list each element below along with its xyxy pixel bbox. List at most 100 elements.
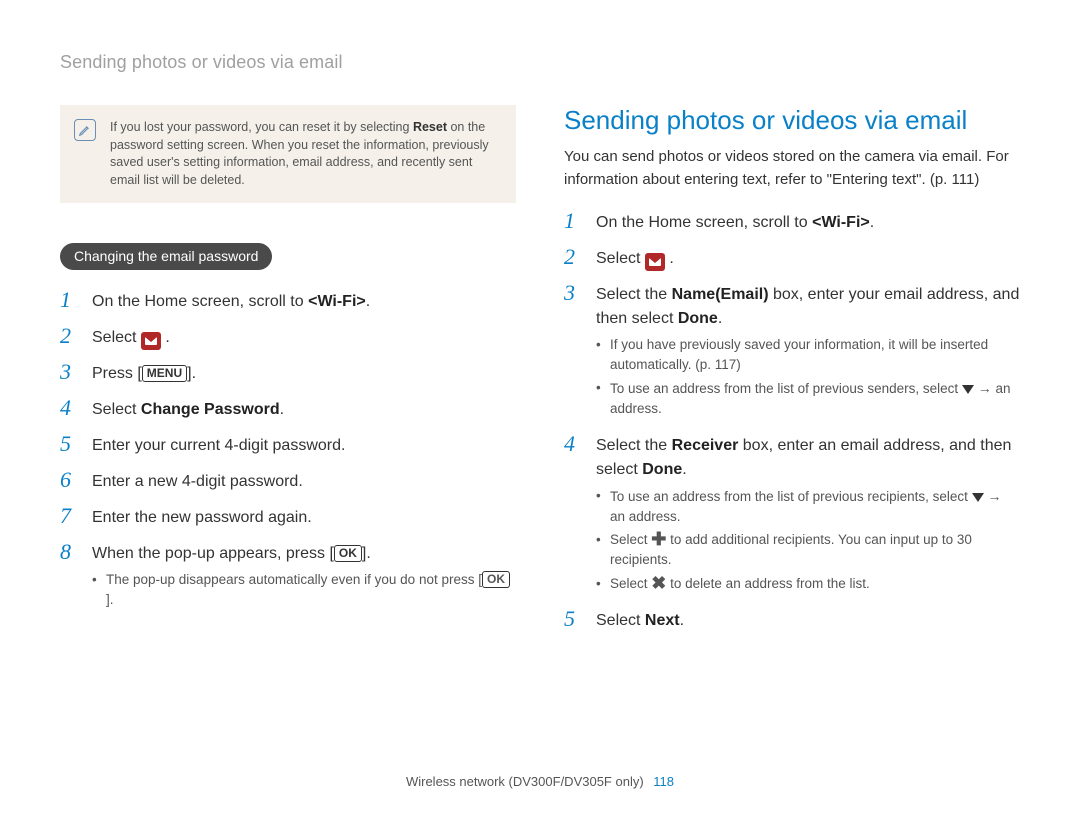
bold-wifi: <Wi-Fi> [308,293,366,310]
section-title: Sending photos or videos via email [564,105,1020,136]
step-number: 7 [60,504,80,528]
text: to delete an address from the list. [670,576,870,591]
step-4: 4 Select the Receiver box, enter an emai… [564,432,1020,597]
manual-page: Sending photos or videos via email If yo… [0,0,1080,815]
step-number: 5 [564,607,584,631]
text: Select [92,401,141,418]
note-text-prefix: If you lost your password, you can reset… [110,120,413,134]
step-3: 3 Press [MENU]. [60,360,516,386]
step-6: 6 Enter a new 4-digit password. [60,468,516,494]
text: . [680,612,684,629]
text: . [669,250,673,267]
step-number: 8 [60,540,80,564]
menu-button-glyph: MENU [142,365,187,382]
text: . [870,214,874,231]
arrow-right-icon: → [978,380,992,396]
step-1: 1 On the Home screen, scroll to <Wi-Fi>. [60,288,516,314]
step-2: 2 Select . [564,245,1020,271]
step-2: 2 Select . [60,324,516,350]
text: Press [ [92,365,142,382]
step-1: 1 On the Home screen, scroll to <Wi-Fi>. [564,209,1020,235]
text: When the pop-up appears, press [ [92,545,334,562]
text: . [165,329,169,346]
sub-bullet: To use an address from the list of previ… [596,486,1020,526]
step-number: 2 [564,245,584,269]
step-3: 3 Select the Name(Email) box, enter your… [564,281,1020,422]
text: Select [596,250,645,267]
text: ]. [106,592,114,607]
step-number: 5 [60,432,80,456]
bold-done: Done [678,310,718,327]
text: Select the [596,286,672,303]
plus-icon: ✚ [651,529,666,549]
bold-done: Done [642,461,682,478]
step-number: 1 [564,209,584,233]
footer-text: Wireless network (DV300F/DV305F only) [406,774,644,789]
text: Select [596,612,645,629]
two-column-layout: If you lost your password, you can reset… [60,105,1020,643]
step-number: 3 [564,281,584,305]
text: Select [610,576,651,591]
step-number: 6 [60,468,80,492]
step-text: Enter the new password again. [92,504,516,530]
text: Select [610,532,651,547]
sub-bullets: To use an address from the list of previ… [596,486,1020,593]
text: Select the [596,437,672,454]
step-4: 4 Select Change Password. [60,396,516,422]
text: On the Home screen, scroll to [596,214,812,231]
triangle-down-icon [972,493,984,502]
section-pill-change-password: Changing the email password [60,243,272,270]
step-5: 5 Select Next. [564,607,1020,633]
sub-bullets: The pop-up disappears automatically even… [92,570,516,609]
bold-change-password: Change Password [141,401,280,418]
sub-bullet: To use an address from the list of previ… [596,378,1020,418]
text: . [280,401,284,418]
text: ]. [187,365,196,382]
send-email-steps: 1 On the Home screen, scroll to <Wi-Fi>.… [564,209,1020,633]
bold-name-email: Name(Email) [672,286,769,303]
text: The pop-up disappears automatically even… [106,572,482,587]
step-5: 5 Enter your current 4-digit password. [60,432,516,458]
right-column: Sending photos or videos via email You c… [564,105,1020,643]
step-7: 7 Enter the new password again. [60,504,516,530]
step-text: Select the Name(Email) box, enter your e… [596,281,1020,422]
text: On the Home screen, scroll to [92,293,308,310]
text: Select [92,329,141,346]
step-number: 1 [60,288,80,312]
triangle-down-icon [962,385,974,394]
step-text: Select Change Password. [92,396,516,422]
step-text: Press [MENU]. [92,360,516,386]
email-app-icon [645,253,665,271]
change-password-steps: 1 On the Home screen, scroll to <Wi-Fi>.… [60,288,516,613]
step-text: Enter your current 4-digit password. [92,432,516,458]
sub-bullet: The pop-up disappears automatically even… [92,570,516,609]
email-app-icon [141,332,161,350]
ok-button-glyph: OK [334,545,362,562]
ok-button-glyph: OK [482,571,510,588]
step-text: Select . [596,245,1020,271]
text: . [366,293,370,310]
text: To use an address from the list of previ… [610,381,962,396]
step-text: Select . [92,324,516,350]
step-text: Enter a new 4-digit password. [92,468,516,494]
step-number: 4 [564,432,584,456]
text: To use an address from the list of previ… [610,489,972,504]
text: . [682,461,686,478]
step-text: On the Home screen, scroll to <Wi-Fi>. [596,209,1020,235]
step-number: 4 [60,396,80,420]
arrow-right-icon: → [987,488,1001,504]
running-header: Sending photos or videos via email [60,52,1020,73]
x-icon: ✖ [651,573,666,593]
step-text: On the Home screen, scroll to <Wi-Fi>. [92,288,516,314]
pencil-note-icon [74,119,96,141]
step-text: Select Next. [596,607,1020,633]
step-number: 3 [60,360,80,384]
step-8: 8 When the pop-up appears, press [OK]. T… [60,540,516,613]
step-text: When the pop-up appears, press [OK]. The… [92,540,516,613]
sub-bullet: Select ✖ to delete an address from the l… [596,574,1020,594]
section-intro: You can send photos or videos stored on … [564,146,1020,191]
page-number: 118 [653,774,674,789]
bold-wifi: <Wi-Fi> [812,214,870,231]
reset-password-note: If you lost your password, you can reset… [60,105,516,203]
text: ]. [362,545,371,562]
